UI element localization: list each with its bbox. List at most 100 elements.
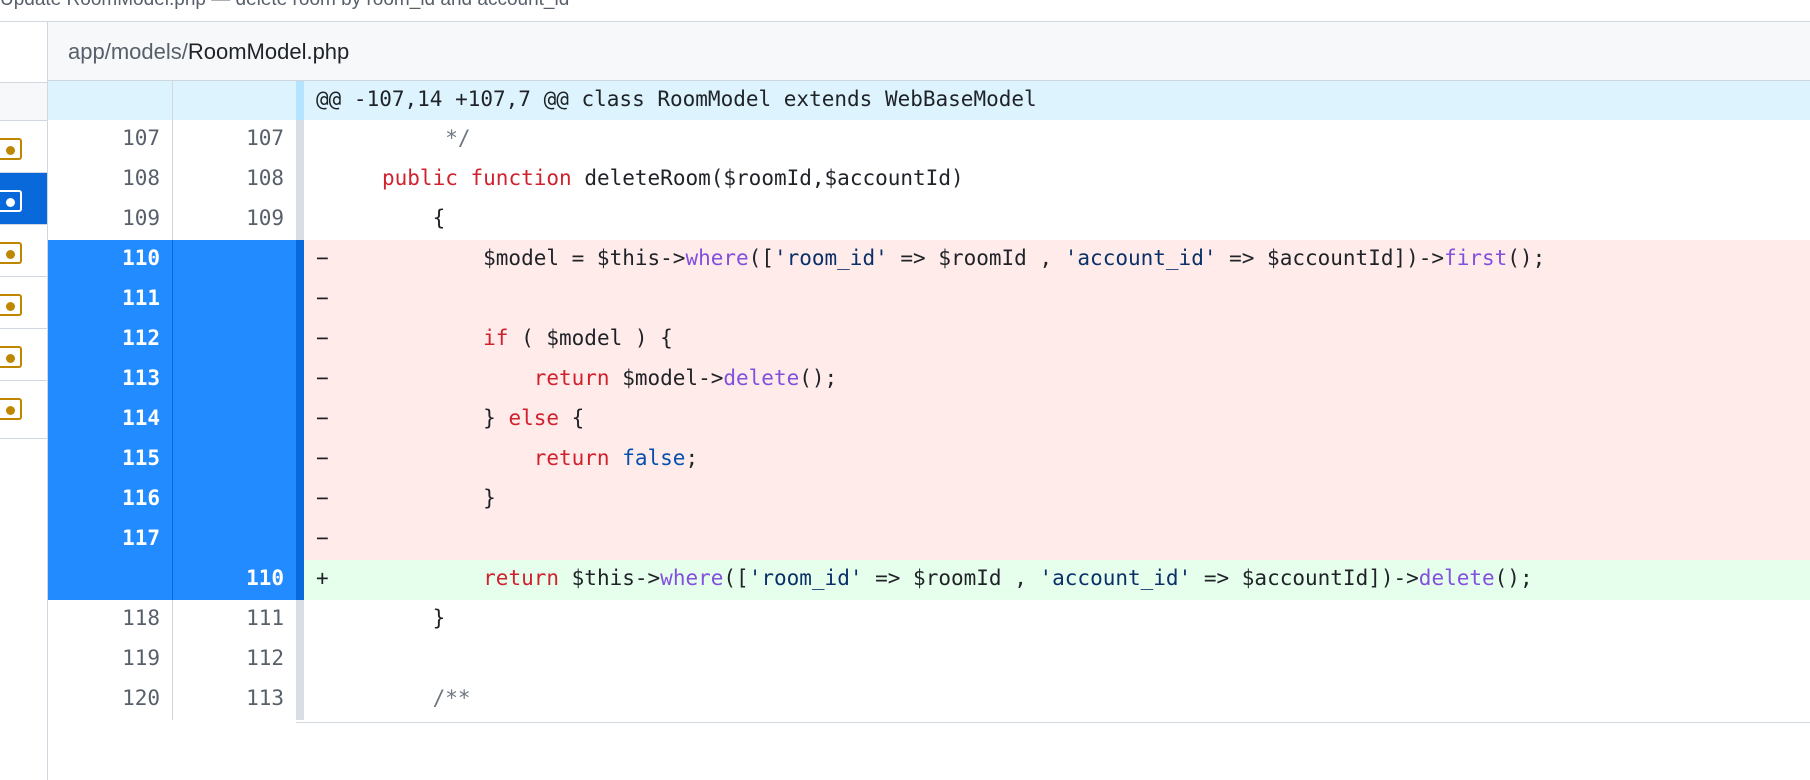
diff-line-deleted[interactable]: 116 − } (48, 480, 1810, 520)
diff-gutter (296, 200, 304, 240)
sidebar-item-changed-file[interactable] (0, 380, 47, 439)
diff-line[interactable]: 119 112 (48, 640, 1810, 680)
diff-gutter (296, 240, 304, 280)
diff-line-deleted[interactable]: 112 − if ( $model ) { (48, 320, 1810, 360)
diff-line-deleted[interactable]: 113 − return $model->delete(); (48, 360, 1810, 400)
code-line: */ (382, 126, 471, 150)
old-line-number[interactable]: 107 (48, 120, 173, 160)
new-line-number[interactable] (173, 320, 296, 360)
new-line-number (173, 81, 296, 120)
diff-gutter (296, 320, 304, 360)
diff-gutter (296, 600, 304, 640)
diff-gutter (296, 640, 304, 680)
old-line-number[interactable] (48, 560, 173, 600)
code-line: } (432, 606, 446, 630)
old-line-number[interactable]: 119 (48, 640, 173, 680)
diff-gutter (296, 680, 304, 720)
old-line-number[interactable]: 114 (48, 400, 173, 440)
code-line: − } else { (304, 400, 1810, 440)
code-line: − (304, 520, 1810, 560)
file-path[interactable]: app/models/RoomModel.php (68, 39, 349, 65)
diff-line[interactable]: 107 107 */ (48, 120, 1810, 160)
file-modified-icon (0, 190, 22, 212)
old-line-number[interactable]: 108 (48, 160, 173, 200)
code-line: − return $model->delete(); (304, 360, 1810, 400)
new-line-number[interactable] (173, 280, 296, 320)
new-line-number[interactable] (173, 240, 296, 280)
new-line-number[interactable] (173, 520, 296, 560)
diff-gutter (296, 360, 304, 400)
old-line-number[interactable]: 110 (48, 240, 173, 280)
old-line-number[interactable]: 120 (48, 680, 173, 720)
code-line: /** (432, 686, 471, 710)
old-line-number[interactable]: 116 (48, 480, 173, 520)
diff-line[interactable]: 120 113 /** (48, 680, 1810, 720)
file-modified-icon (0, 138, 22, 160)
diff-gutter (296, 120, 304, 160)
code-line: − (304, 280, 1810, 320)
file-directory: app/models/ (68, 39, 188, 64)
new-line-number[interactable] (173, 480, 296, 520)
diff-line[interactable]: 109 109 { (48, 200, 1810, 240)
diff-gutter (296, 81, 304, 120)
old-line-number[interactable]: 113 (48, 360, 173, 400)
code-line: public function deleteRoom($roomId,$acco… (382, 166, 964, 190)
file-modified-icon (0, 398, 22, 420)
sidebar-item-changed-file[interactable] (0, 276, 47, 334)
sidebar-item-changed-file[interactable] (0, 120, 47, 178)
file-modified-icon (0, 242, 22, 264)
old-line-number[interactable]: 111 (48, 280, 173, 320)
commit-title: Update RoomModel.php — delete room by ro… (0, 0, 569, 11)
new-line-number[interactable]: 113 (173, 680, 296, 720)
file-header: app/models/RoomModel.php (48, 22, 1810, 81)
old-line-number[interactable]: 115 (48, 440, 173, 480)
diff-line-deleted[interactable]: 117 − (48, 520, 1810, 560)
diff-line-deleted[interactable]: 115 − return false; (48, 440, 1810, 480)
code-line: − $model = $this->where(['room_id' => $r… (304, 240, 1810, 280)
diff-line-deleted[interactable]: 111 − (48, 280, 1810, 320)
diff-line-deleted[interactable]: 114 − } else { (48, 400, 1810, 440)
diff-gutter (296, 400, 304, 440)
old-line-number[interactable]: 117 (48, 520, 173, 560)
old-line-number (48, 81, 173, 120)
new-line-number[interactable]: 107 (173, 120, 296, 160)
sidebar-item-changed-file[interactable] (0, 328, 47, 386)
diff-gutter (296, 280, 304, 320)
hunk-header-row: @@ -107,14 +107,7 @@ class RoomModel ext… (48, 81, 1810, 120)
file-modified-icon (0, 346, 22, 368)
new-line-number[interactable]: 108 (173, 160, 296, 200)
old-line-number[interactable]: 112 (48, 320, 173, 360)
diff-gutter (296, 160, 304, 200)
code-line: − if ( $model ) { (304, 320, 1810, 360)
diff-line[interactable]: 118 111 } (48, 600, 1810, 640)
file-modified-icon (0, 294, 22, 316)
diff-line[interactable]: 108 108 public function deleteRoom($room… (48, 160, 1810, 200)
top-bar: Update RoomModel.php — delete room by ro… (0, 0, 1810, 22)
sidebar-item-changed-file[interactable] (0, 224, 47, 282)
diff-gutter (296, 560, 304, 600)
code-line: { (382, 206, 446, 230)
diff-line-deleted[interactable]: 110 − $model = $this->where(['room_id' =… (48, 240, 1810, 280)
new-line-number[interactable] (173, 360, 296, 400)
sidebar-item-selected-file[interactable] (0, 172, 47, 230)
code-line: + return $this->where(['room_id' => $roo… (304, 560, 1810, 600)
old-line-number[interactable]: 118 (48, 600, 173, 640)
hunk-header: @@ -107,14 +107,7 @@ class RoomModel ext… (304, 81, 1810, 120)
diff-gutter (296, 480, 304, 520)
new-line-number[interactable]: 109 (173, 200, 296, 240)
code-line: − return false; (304, 440, 1810, 480)
code-line: − } (304, 480, 1810, 520)
diff-line-added[interactable]: 110 + return $this->where(['room_id' => … (48, 560, 1810, 600)
file-name: RoomModel.php (187, 39, 350, 64)
diff-table: @@ -107,14 +107,7 @@ class RoomModel ext… (48, 81, 1810, 720)
file-tree-sidebar (0, 22, 48, 780)
new-line-number[interactable]: 112 (173, 640, 296, 680)
old-line-number[interactable]: 109 (48, 200, 173, 240)
diff-bottom-border (296, 722, 1810, 723)
new-line-number[interactable] (173, 440, 296, 480)
new-line-number[interactable]: 110 (173, 560, 296, 600)
new-line-number[interactable] (173, 400, 296, 440)
diff-gutter (296, 520, 304, 560)
new-line-number[interactable]: 111 (173, 600, 296, 640)
